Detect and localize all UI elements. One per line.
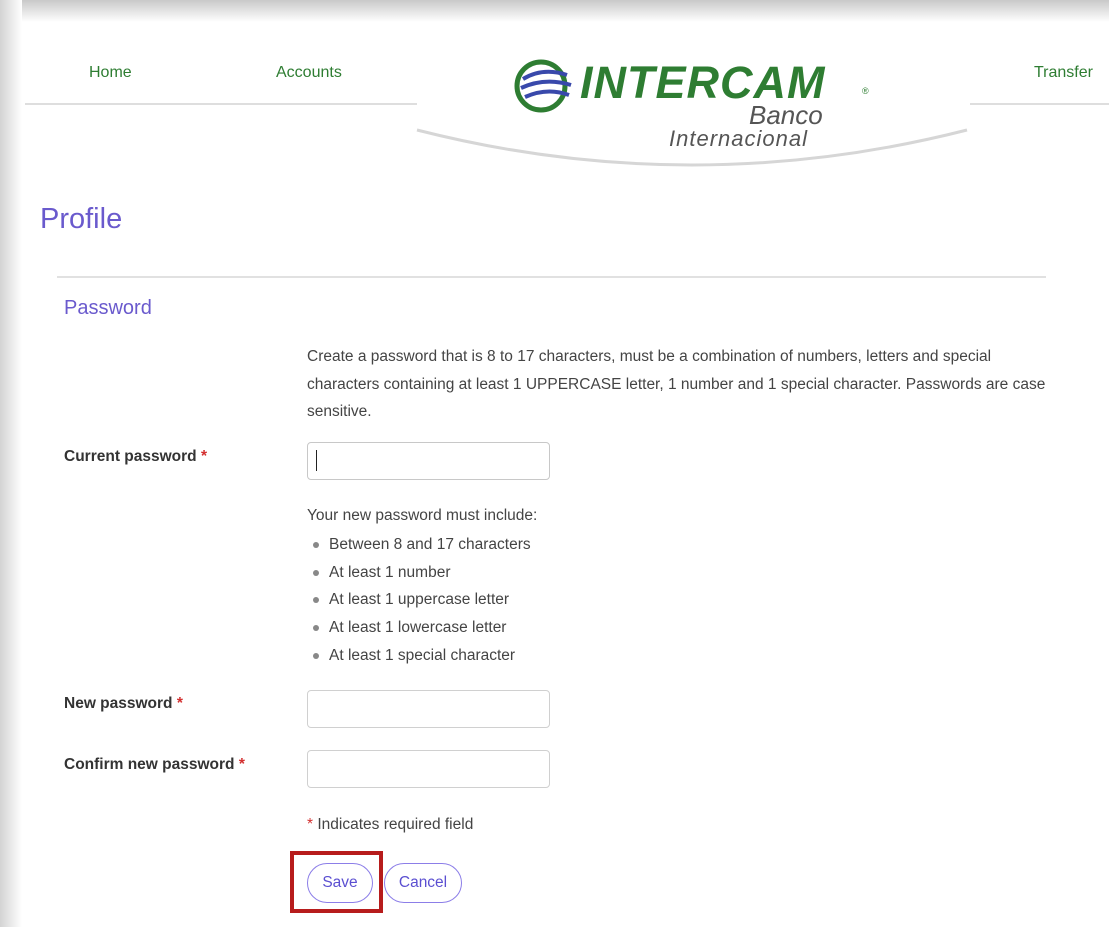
required-asterisk: * [307,816,314,833]
required-asterisk: * [238,756,245,773]
bullet-icon [313,541,319,548]
confirm-password-input[interactable] [307,750,550,788]
window-shadow-left [0,0,22,927]
required-field-note: * Indicates required field [307,816,473,834]
confirm-password-label-text: Confirm new password [64,756,235,773]
page-title: Profile [40,203,123,235]
password-rule-item: At least 1 uppercase letter [307,587,531,615]
confirm-password-label: Confirm new password * [64,756,245,774]
required-asterisk: * [176,695,183,712]
nav-transfer[interactable]: Transfer [1034,64,1093,82]
new-password-label-text: New password [64,695,173,712]
password-rule-item: Between 8 and 17 characters [307,531,531,559]
password-rule-text: At least 1 uppercase letter [329,591,510,609]
required-asterisk: * [200,448,207,465]
password-rule-item: At least 1 lowercase letter [307,614,531,642]
bullet-icon [313,569,319,576]
password-rules-list: Between 8 and 17 characters At least 1 n… [307,531,531,670]
password-description: Create a password that is 8 to 17 charac… [307,348,1046,420]
nav-home[interactable]: Home [89,64,132,82]
section-title: Password [64,297,152,319]
current-password-label: Current password * [64,448,207,466]
cancel-button[interactable]: Cancel [384,863,462,903]
password-rule-item: At least 1 number [307,559,531,587]
nav-accounts[interactable]: Accounts [276,64,342,82]
password-rule-text: Between 8 and 17 characters [329,535,531,553]
section-divider [57,276,1046,278]
bullet-icon [313,653,319,660]
globe-icon [514,59,572,113]
password-rule-item: At least 1 special character [307,642,531,670]
window-shadow-top [0,0,1109,22]
password-rule-text: At least 1 lowercase letter [329,619,507,637]
password-rule-text: At least 1 special character [329,647,516,665]
password-rules-title: Your new password must include: [307,507,538,524]
save-button-highlight [290,851,383,913]
new-password-input[interactable] [307,690,550,728]
text-cursor [316,450,317,471]
bullet-icon [313,597,319,604]
password-rule-text: At least 1 number [329,563,451,581]
current-password-input[interactable] [307,442,550,480]
logo-subtitle-internacional: Internacional [669,126,808,151]
nav-divider-left [25,103,417,105]
bullet-icon [313,625,319,632]
page-frame: Home Accounts Transfer INTERCAM ® Banco … [0,0,1109,927]
current-password-label-text: Current password [64,448,197,465]
logo-registered-mark: ® [862,86,869,96]
required-field-note-text: Indicates required field [317,816,474,833]
new-password-label: New password * [64,695,183,713]
nav-divider-right [970,103,1109,105]
